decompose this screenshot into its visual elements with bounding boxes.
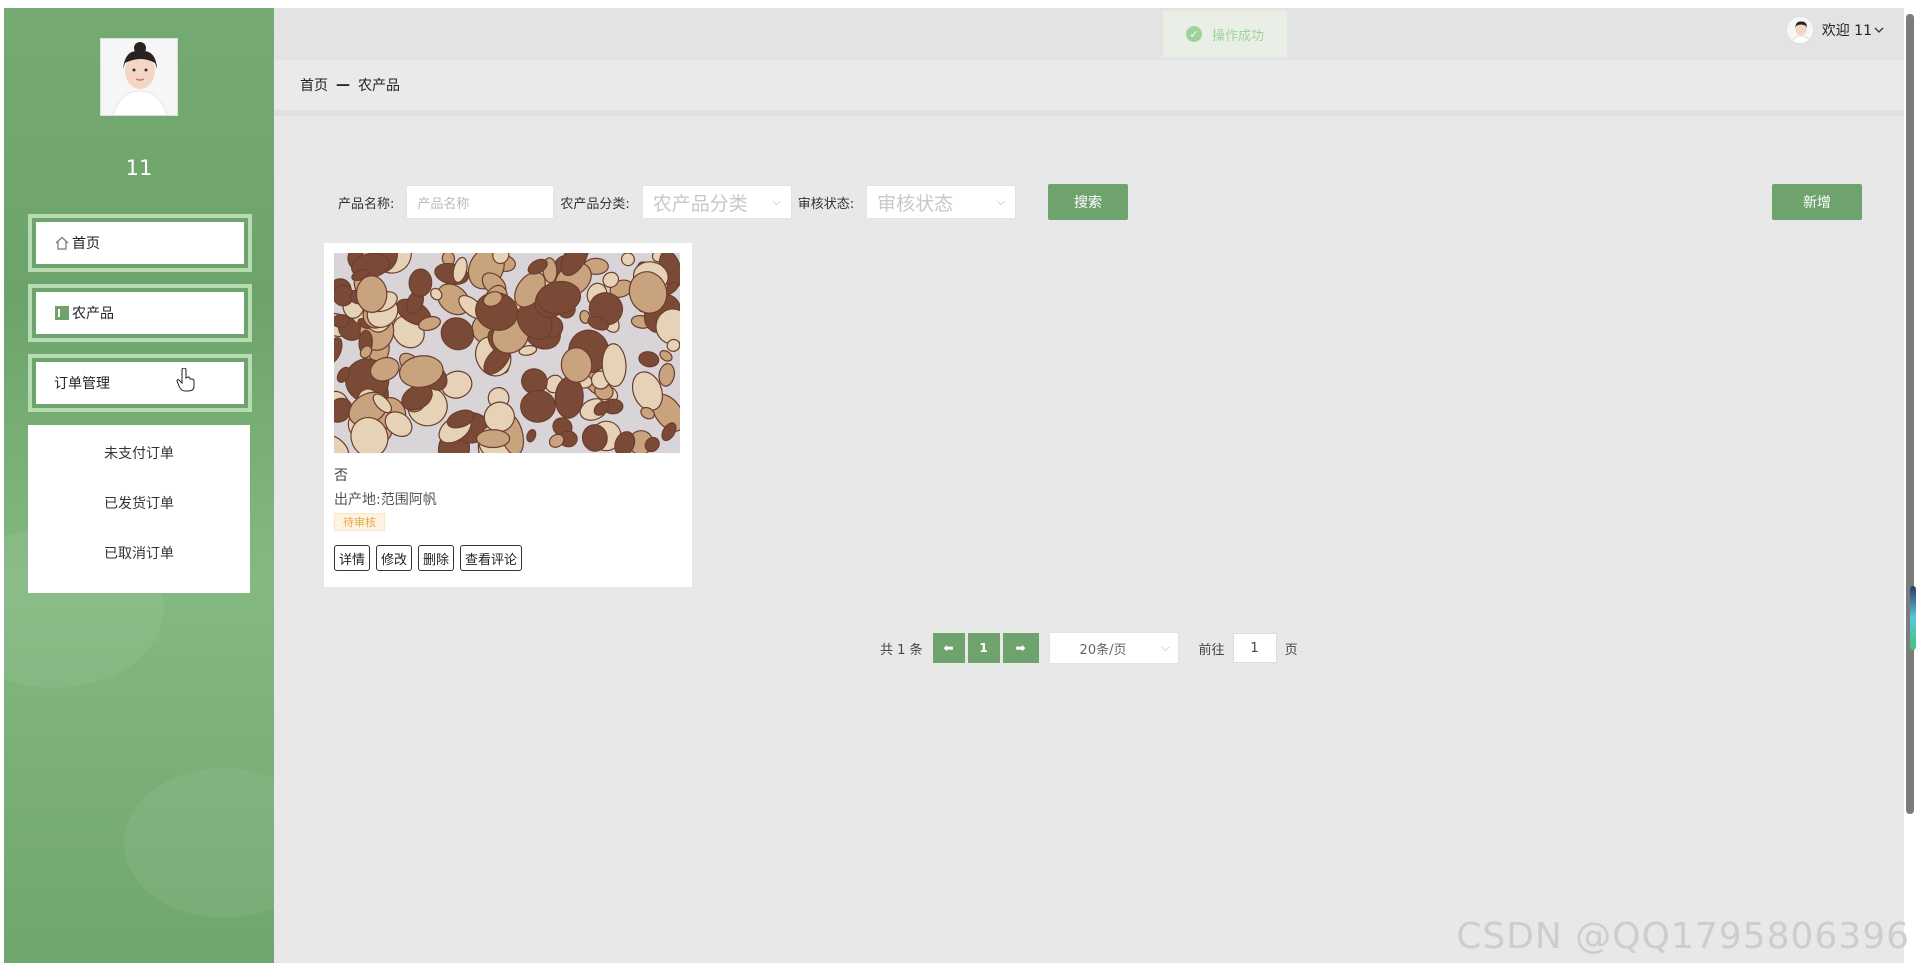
scrollbar-thumb[interactable] (1906, 14, 1914, 814)
user-avatar (100, 38, 178, 116)
sidebar-decoration (124, 768, 274, 918)
delete-button[interactable]: 删除 (418, 545, 455, 571)
product-image (334, 253, 680, 453)
status-select[interactable]: 审核状态 ⌵ (866, 185, 1017, 219)
product-origin: 出产地:范围阿帆 (334, 492, 437, 508)
chevron-down-icon: ⌵ (1161, 641, 1170, 654)
vertical-scrollbar[interactable] (1906, 14, 1914, 814)
status-select-value: 审核状态 (877, 192, 954, 215)
status-label: 审核状态: (797, 196, 855, 212)
goto-label: 前往 (1198, 642, 1225, 658)
chevron-down-icon (1874, 23, 1884, 37)
next-page-button[interactable]: ➡ (1002, 633, 1039, 663)
category-select[interactable]: 农产品分类 ⌵ (641, 185, 792, 219)
orders-submenu: 未支付订单 已发货订单 已取消订单 (28, 425, 250, 593)
welcome-text: 欢迎 11 (1821, 23, 1872, 39)
sidebar-item-label: 订单管理 (54, 376, 110, 392)
page-number-button[interactable]: 1 (967, 633, 1000, 663)
sidebar-item-label: 首页 (72, 236, 100, 252)
home-icon (54, 235, 70, 251)
product-title: 否 (334, 468, 348, 484)
page-size-select[interactable]: 20条/页 ⌵ (1048, 632, 1179, 664)
product-actions: 详情 修改 删除 查看评论 (334, 545, 523, 571)
pagination: 共 1 条 ⬅ 1 ➡ 20条/页 ⌵ 前往 1 页 (880, 632, 1298, 664)
page-size-value: 20条/页 (1079, 642, 1127, 658)
sidebar-item-orders[interactable]: 订单管理 (28, 354, 252, 412)
status-badge: 待审核 (334, 513, 385, 531)
breadcrumb-current: 农产品 (358, 78, 400, 94)
search-button[interactable]: 搜索 (1048, 184, 1128, 220)
submenu-item-shipped[interactable]: 已发货订单 (28, 479, 250, 529)
success-toast: ✓ 操作成功 (1162, 10, 1288, 58)
chevron-down-icon: ⌵ (996, 195, 1006, 208)
submenu-item-cancelled[interactable]: 已取消订单 (28, 529, 250, 579)
submenu-item-unpaid[interactable]: 未支付订单 (28, 429, 250, 479)
sidebar-username: 11 (125, 156, 153, 180)
goto-page-input[interactable]: 1 (1232, 633, 1277, 663)
add-button[interactable]: 新增 (1772, 184, 1862, 220)
product-card: 否 出产地:范围阿帆 待审核 详情 修改 删除 查看评论 (324, 243, 692, 587)
sidebar: 11 首页 农产品 订单管理 未支付订单 已发货订单 已取消订单 (4, 8, 274, 963)
sidebar-item-label: 农产品 (72, 306, 114, 322)
detail-button[interactable]: 详情 (334, 545, 371, 571)
category-select-value: 农产品分类 (652, 192, 748, 215)
check-circle-icon: ✓ (1185, 26, 1202, 42)
page-suffix: 页 (1284, 642, 1298, 658)
product-name-label: 产品名称: (338, 196, 395, 212)
view-comments-button[interactable]: 查看评论 (460, 545, 523, 571)
chevron-down-icon: ⌵ (772, 195, 781, 208)
pagination-total: 共 1 条 (880, 642, 923, 658)
hand-cursor-icon (176, 368, 195, 392)
breadcrumb-separator: — (336, 77, 350, 93)
user-avatar-small (1785, 16, 1814, 44)
grid-icon (54, 305, 70, 321)
app-window: 11 首页 农产品 订单管理 未支付订单 已发货订单 已取消订单 ✓ 操作成功 … (4, 8, 1904, 963)
top-header: ✓ 操作成功 欢迎 11 (274, 8, 1904, 60)
breadcrumb: 首页 — 农产品 (274, 60, 1904, 116)
scroll-indicator (1910, 586, 1916, 650)
watermark-text: CSDN @QQ1795806396 (1456, 916, 1910, 957)
search-bar: 产品名称: 产品名称 农产品分类: 农产品分类 ⌵ 审核状态: 审核状态 ⌵ (338, 185, 1017, 219)
prev-page-button[interactable]: ⬅ (932, 633, 965, 663)
breadcrumb-home[interactable]: 首页 (300, 75, 328, 95)
toast-message: 操作成功 (1211, 28, 1264, 44)
user-menu[interactable]: 欢迎 11 (1785, 16, 1884, 44)
product-name-input[interactable]: 产品名称 (406, 185, 555, 219)
category-label: 农产品分类: (560, 196, 630, 212)
sidebar-item-home[interactable]: 首页 (28, 214, 252, 272)
sidebar-item-products[interactable]: 农产品 (28, 284, 252, 342)
edit-button[interactable]: 修改 (376, 545, 413, 571)
